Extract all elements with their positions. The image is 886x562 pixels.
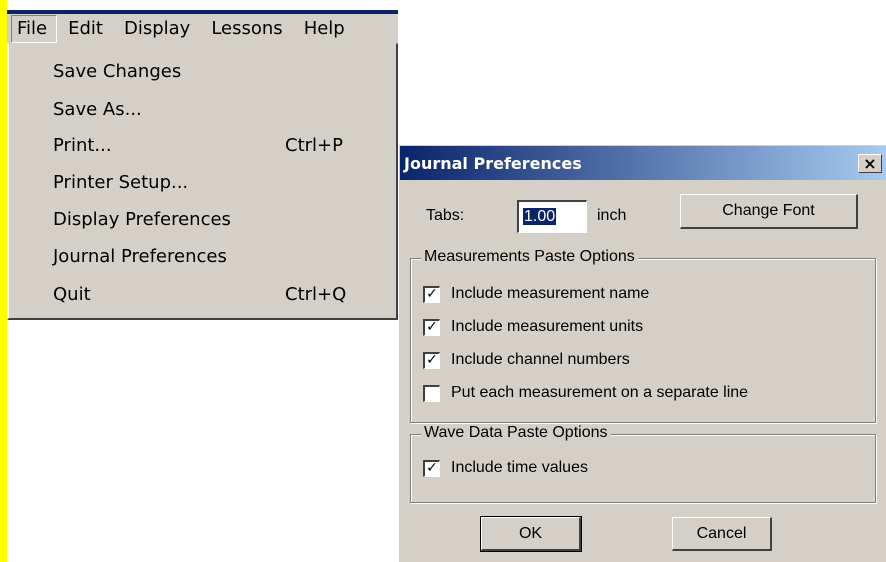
checkbox-time-values[interactable]: ✓ — [423, 459, 440, 477]
quit-shortcut: Ctrl+Q — [285, 284, 347, 305]
close-button[interactable]: × — [858, 154, 882, 173]
tabs-label: Tabs: — [426, 207, 465, 224]
label-channel-numbers: Include channel numbers — [451, 351, 630, 368]
checkbox-measurement-units[interactable]: ✓ — [423, 318, 440, 336]
change-font-button[interactable]: Change Font — [680, 194, 858, 229]
checkbox-measurement-name[interactable]: ✓ — [423, 285, 440, 303]
tabs-input[interactable]: 1.00 — [517, 200, 587, 233]
file-menu-dropdown: Save Changes Save As... Print... Ctrl+P … — [7, 43, 398, 320]
option-include-measurement-units[interactable]: ✓ Include measurement units — [423, 318, 643, 336]
menu-lessons[interactable]: Lessons — [200, 16, 292, 42]
option-include-channel-numbers[interactable]: ✓ Include channel numbers — [423, 351, 630, 369]
menu-item-save-as[interactable]: Save As... — [53, 99, 142, 120]
menu-item-save-changes[interactable]: Save Changes — [53, 61, 181, 82]
journal-preferences-dialog: Journal Preferences × Tabs: 1.00 inch Ch… — [398, 144, 886, 562]
tabs-unit-label: inch — [597, 207, 627, 224]
dialog-title: Journal Preferences — [404, 154, 582, 173]
label-measurement-units: Include measurement units — [451, 318, 644, 335]
label-time-values: Include time values — [451, 459, 588, 476]
background-strip — [0, 0, 7, 562]
tabs-value: 1.00 — [523, 208, 557, 225]
menu-item-printer-setup[interactable]: Printer Setup... — [53, 172, 188, 193]
menu-help[interactable]: Help — [293, 16, 355, 42]
measurements-group-title: Measurements Paste Options — [421, 248, 638, 266]
checkbox-channel-numbers[interactable]: ✓ — [423, 351, 440, 369]
option-include-measurement-name[interactable]: ✓ Include measurement name — [423, 285, 649, 303]
measurements-paste-options-group: Measurements Paste Options ✓ Include mea… — [410, 248, 876, 423]
dialog-titlebar[interactable]: Journal Preferences × — [400, 146, 886, 180]
menu-display[interactable]: Display — [113, 16, 200, 42]
option-include-time-values[interactable]: ✓ Include time values — [423, 459, 588, 477]
wave-group-title: Wave Data Paste Options — [421, 424, 611, 442]
print-shortcut: Ctrl+P — [285, 135, 343, 156]
menu-item-print[interactable]: Print... — [53, 135, 112, 156]
label-measurement-name: Include measurement name — [451, 285, 650, 302]
menu-file[interactable]: File — [11, 14, 58, 43]
menu-item-quit[interactable]: Quit — [53, 284, 91, 305]
ok-button[interactable]: OK — [480, 516, 582, 552]
menu-bar: File Edit Display Lessons Help — [7, 10, 398, 43]
wave-data-paste-options-group: Wave Data Paste Options ✓ Include time v… — [410, 424, 876, 503]
option-separate-line[interactable]: Put each measurement on a separate line — [423, 384, 748, 402]
menu-item-journal-preferences[interactable]: Journal Preferences — [53, 246, 227, 267]
menu-edit[interactable]: Edit — [57, 16, 113, 42]
menu-item-display-preferences[interactable]: Display Preferences — [53, 209, 231, 230]
cancel-button[interactable]: Cancel — [672, 517, 772, 551]
label-separate-line: Put each measurement on a separate line — [451, 384, 749, 401]
checkbox-separate-line[interactable] — [423, 384, 440, 402]
